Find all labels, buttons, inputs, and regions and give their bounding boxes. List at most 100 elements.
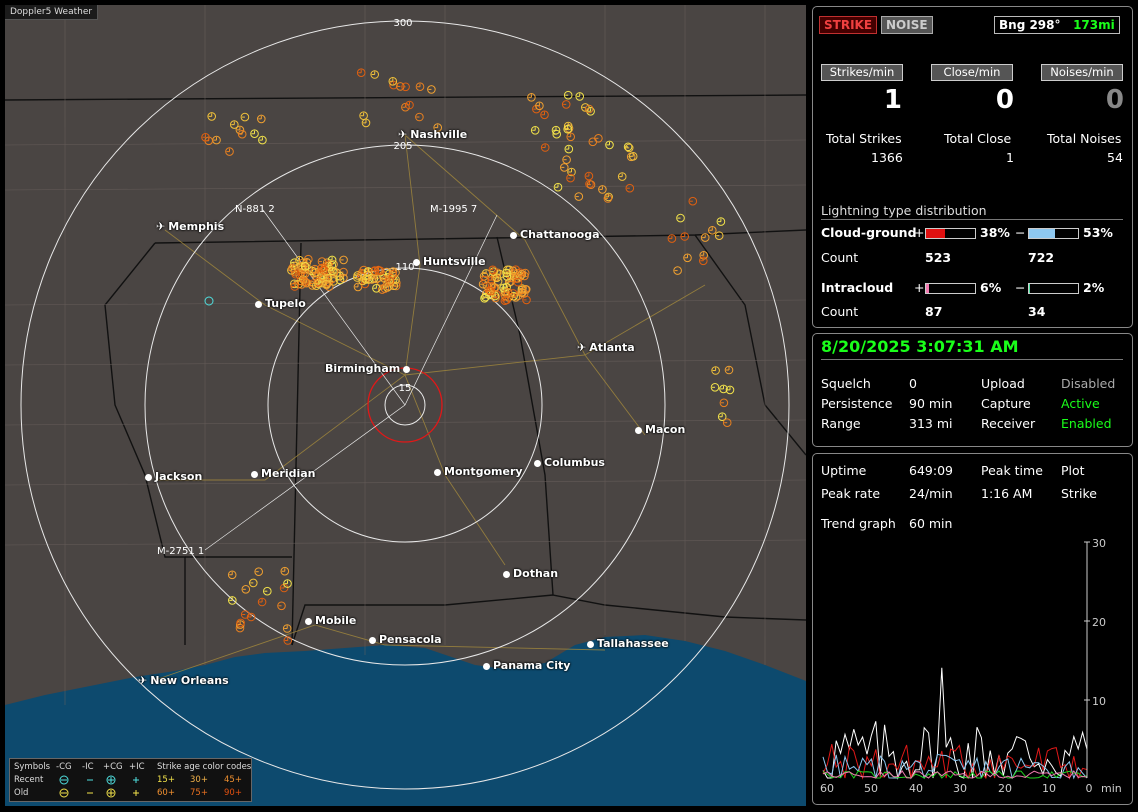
legend-age: 45+ bbox=[224, 775, 242, 785]
receiver-label: Receiver bbox=[981, 416, 1036, 431]
divider bbox=[821, 219, 1123, 220]
trend-y-tick: 30 bbox=[1092, 537, 1106, 550]
cg-negative-count: 722 bbox=[1028, 250, 1055, 265]
noises-per-min-value: 0 bbox=[1105, 85, 1124, 115]
capture-value: Active bbox=[1061, 396, 1100, 411]
city-dot-icon bbox=[305, 617, 312, 625]
ring-label-15: 15 bbox=[399, 383, 412, 394]
city-huntsville: Huntsville bbox=[413, 255, 486, 268]
city-columbus: Columbus bbox=[534, 456, 605, 469]
distance-value: 173mi bbox=[1073, 18, 1115, 32]
trend-graph: 30 20 10 60 50 40 30 20 10 0 min bbox=[820, 537, 1122, 795]
trend-x-tick: 50 bbox=[864, 782, 878, 795]
trend-y-tick: 20 bbox=[1092, 616, 1106, 629]
noises-per-min-button[interactable]: Noises/min bbox=[1041, 64, 1123, 81]
ic-negative-bar-fill bbox=[1029, 284, 1030, 293]
app-title: Doppler5 Weather bbox=[5, 5, 99, 20]
city-montgomery: Montgomery bbox=[434, 465, 523, 478]
cg-count-label: Count bbox=[821, 250, 859, 265]
peak-time-label: Peak time bbox=[981, 463, 1043, 478]
total-strikes-value: 1366 bbox=[871, 150, 903, 165]
lightning-map[interactable]: 300 205 110 15 N-881 2 M-1995 7 M-2751 1… bbox=[5, 5, 806, 806]
trend-panel: Uptime 649:09 Peak time Plot Peak rate 2… bbox=[812, 453, 1133, 805]
ring-label-205: 205 bbox=[393, 141, 412, 152]
intracloud-label: Intracloud bbox=[821, 280, 894, 295]
divider bbox=[821, 359, 1123, 360]
uptime-label: Uptime bbox=[821, 463, 867, 478]
city-dot-icon bbox=[534, 459, 541, 467]
range-value: 313 mi bbox=[909, 416, 953, 431]
ic-positive-bar-fill bbox=[926, 284, 929, 293]
city-chattanooga: Chattanooga bbox=[510, 228, 600, 241]
ic-count-label: Count bbox=[821, 304, 859, 319]
symbol-legend: Symbols -CG -IC +CG +IC Strike age color… bbox=[9, 758, 252, 802]
status-panel: 8/20/2025 3:07:31 AM Squelch 0 Upload Di… bbox=[812, 333, 1133, 447]
total-noises-label: Total Noises bbox=[1047, 131, 1122, 146]
city-nashville: ✈ Nashville bbox=[398, 128, 468, 141]
persistence-label: Persistence bbox=[821, 396, 893, 411]
cg-positive-pct: 38% bbox=[980, 225, 1010, 240]
trend-x-tick: 30 bbox=[953, 782, 967, 795]
squelch-label: Squelch bbox=[821, 376, 871, 391]
trend-series-line bbox=[822, 667, 1088, 780]
storm-cell-label[interactable]: M-2751 1 bbox=[157, 546, 204, 557]
city-dot-icon bbox=[369, 636, 376, 644]
highways bbox=[154, 134, 706, 681]
close-per-min-button[interactable]: Close/min bbox=[931, 64, 1013, 81]
strike-markers bbox=[201, 68, 735, 645]
trend-value: 60 min bbox=[909, 516, 953, 531]
city-dot-icon bbox=[434, 468, 441, 476]
airport-icon: ✈ bbox=[577, 341, 587, 354]
storm-cell-label[interactable]: N-881 2 bbox=[235, 204, 275, 215]
ic-positive-pct: 6% bbox=[980, 280, 1002, 295]
cg-positive-count: 523 bbox=[925, 250, 952, 265]
city-dot-icon bbox=[587, 640, 594, 648]
trend-y-tick: 10 bbox=[1092, 695, 1106, 708]
squelch-value: 0 bbox=[909, 376, 917, 391]
strike-tab[interactable]: STRIKE bbox=[819, 16, 878, 34]
plus-sign: + bbox=[914, 225, 925, 240]
cg-negative-bar-fill bbox=[1029, 229, 1055, 238]
legend-age: 30+ bbox=[190, 775, 208, 785]
total-close-value: 1 bbox=[1006, 150, 1014, 165]
legend-age: 90+ bbox=[224, 788, 242, 798]
city-tallahassee: Tallahassee bbox=[587, 637, 669, 650]
city-mobile: Mobile bbox=[305, 614, 356, 627]
storm-cell-label[interactable]: M-1995 7 bbox=[430, 204, 477, 215]
trend-x-unit: min bbox=[1101, 782, 1122, 795]
cg-negative-bar bbox=[1028, 228, 1079, 239]
ic-positive-bar bbox=[925, 283, 976, 294]
trend-x-tick: 0 bbox=[1086, 782, 1093, 795]
city-dot-icon bbox=[413, 258, 420, 266]
upload-value: Disabled bbox=[1061, 376, 1116, 391]
ic-positive-count: 87 bbox=[925, 304, 943, 319]
close-per-min-value: 0 bbox=[995, 85, 1014, 115]
legend-age: 75+ bbox=[190, 788, 208, 798]
strikes-per-min-value: 1 bbox=[883, 85, 902, 115]
capture-label: Capture bbox=[981, 396, 1031, 411]
minus-sign: − bbox=[1015, 280, 1026, 295]
city-meridian: Meridian bbox=[251, 467, 316, 480]
peak-rate-value: 24/min bbox=[909, 486, 953, 501]
receiver-value: Enabled bbox=[1061, 416, 1112, 431]
noise-tab[interactable]: NOISE bbox=[881, 16, 933, 34]
city-dot-icon bbox=[403, 365, 411, 373]
map-canvas: 300 205 110 15 N-881 2 M-1995 7 M-2751 1 bbox=[5, 5, 806, 806]
bearing-readout: Bng 298° 173mi bbox=[994, 16, 1120, 34]
city-pensacola: Pensacola bbox=[369, 633, 442, 646]
city-dot-icon bbox=[251, 470, 258, 478]
minus-sign: − bbox=[1015, 225, 1026, 240]
bearing-value: Bng 298° bbox=[999, 18, 1061, 32]
trend-x-tick: 40 bbox=[909, 782, 923, 795]
strikes-per-min-button[interactable]: Strikes/min bbox=[821, 64, 903, 81]
city-dot-icon bbox=[503, 570, 510, 578]
plot-value[interactable]: Strike bbox=[1061, 486, 1097, 501]
city-panama-city: Panama City bbox=[483, 659, 570, 672]
city-jackson: Jackson bbox=[145, 470, 202, 483]
range-label: Range bbox=[821, 416, 861, 431]
total-close-label: Total Close bbox=[944, 131, 1012, 146]
strike-stats-panel: STRIKE NOISE Bng 298° 173mi Strikes/min … bbox=[812, 6, 1133, 328]
city-dot-icon bbox=[255, 300, 262, 308]
city-dot-icon bbox=[510, 231, 517, 239]
cloud-ground-label: Cloud-ground bbox=[821, 225, 917, 240]
